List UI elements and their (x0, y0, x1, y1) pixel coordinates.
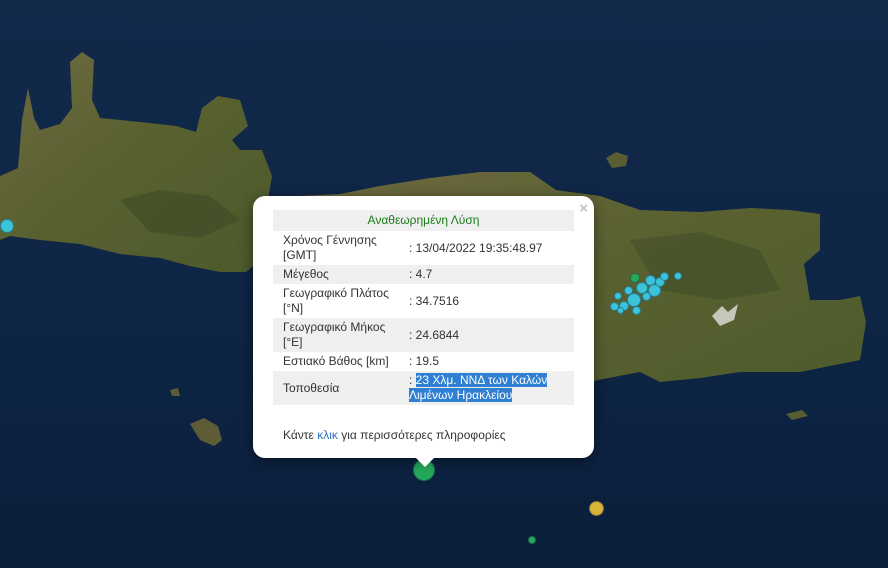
location-prefix: : (409, 373, 416, 387)
earthquake-marker-cyan[interactable] (0, 219, 14, 233)
location-value-cell: : 23 Χλμ. ΝΝΔ των Καλών Λιμένων Ηρακλείο… (393, 371, 574, 405)
more-info-suffix: για περισσότερες πληροφορίες (337, 428, 506, 442)
location-value[interactable]: 23 Χλμ. ΝΝΔ των Καλών Λιμένων Ηρακλείου (409, 373, 548, 402)
latitude-value: : 34.7516 (409, 293, 460, 308)
solution-heading: Αναθεωρημένη Λύση (367, 213, 480, 227)
earthquake-marker-cyan[interactable] (674, 272, 682, 280)
earthquake-marker-cyan[interactable] (614, 292, 622, 300)
earthquake-marker-cyan[interactable] (631, 305, 641, 315)
location-label: Τοποθεσία (283, 380, 340, 395)
more-info-link[interactable]: κλικ (317, 428, 338, 442)
longitude-label: Γεωγραφικό Μήκος [°E] (283, 320, 386, 349)
popup-pointer (414, 456, 436, 467)
table-row: Εστιακό Βάθος [km] : 19.5 (273, 352, 574, 371)
more-info-text: Κάντε κλικ για περισσότερες πληροφορίες (283, 428, 506, 442)
magnitude-value: : 4.7 (409, 267, 433, 281)
latitude-label: Γεωγραφικό Πλάτος [°N] (283, 286, 389, 315)
more-info-prefix: Κάντε (283, 428, 318, 442)
longitude-value: : 24.6844 (409, 327, 460, 342)
earthquake-marker-cyan[interactable] (616, 306, 624, 314)
earthquake-marker-cyan[interactable] (627, 293, 641, 307)
table-row: Τοποθεσία : 23 Χλμ. ΝΝΔ των Καλών Λιμένω… (273, 371, 574, 405)
depth-label: Εστιακό Βάθος [km] (283, 354, 389, 368)
depth-value: : 19.5 (409, 354, 440, 368)
earthquake-marker-cyan[interactable] (641, 291, 651, 301)
table-row: Μέγεθος : 4.7 (273, 265, 574, 284)
origin-time-label: Χρόνος Γέννησης [GMT] (283, 233, 377, 262)
table-row: Γεωγραφικό Μήκος [°E] : 24.6844 (273, 318, 574, 352)
earthquake-marker-cyan[interactable] (659, 271, 669, 281)
table-row: Γεωγραφικό Πλάτος [°N] : 34.7516 (273, 284, 574, 318)
earthquake-details-table: Αναθεωρημένη Λύση Χρόνος Γέννησης [GMT] … (273, 210, 574, 405)
origin-time-value: : 13/04/2022 19:35:48.97 (409, 240, 543, 255)
earthquake-marker-yellow[interactable] (588, 500, 604, 516)
earthquake-info-popup: × Αναθεωρημένη Λύση Χρόνος Γέννησης [GMT… (253, 196, 594, 458)
close-icon[interactable]: × (579, 200, 588, 217)
earthquake-marker-green[interactable] (630, 273, 640, 283)
earthquake-marker-green[interactable] (528, 536, 536, 544)
table-row: Χρόνος Γέννησης [GMT] : 13/04/2022 19:35… (273, 231, 574, 265)
magnitude-label: Μέγεθος (283, 267, 329, 281)
